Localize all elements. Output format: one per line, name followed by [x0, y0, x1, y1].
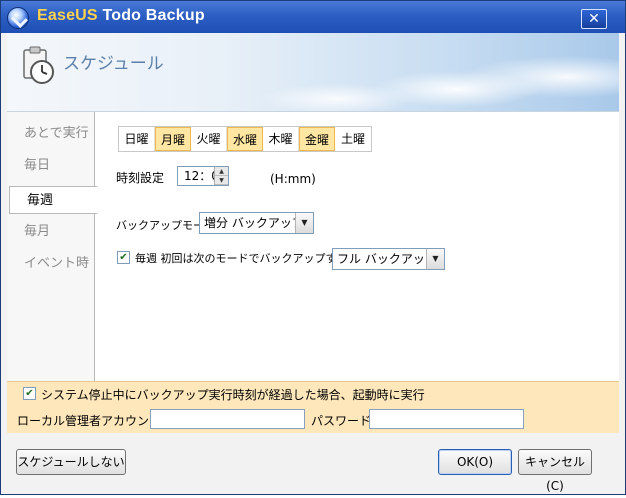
close-icon: ✕: [588, 11, 600, 27]
sidebar-item-event[interactable]: イベント時: [7, 250, 95, 278]
backup-mode-select[interactable]: 増分 バックアップ ▼: [199, 212, 314, 234]
sidebar-item-weekly[interactable]: 毎週: [9, 186, 97, 214]
clipboard-clock-icon: [23, 46, 54, 84]
password-label: パスワード:: [311, 414, 376, 428]
first-time-mode-value: フル バックアップ: [337, 252, 437, 266]
cancel-button[interactable]: キャンセル(C): [518, 449, 592, 493]
schedule-panel: あとで実行 毎日 毎週 毎月 イベント時 日曜 月曜 火曜 水曜 木曜 金曜 土…: [7, 111, 619, 382]
local-admin-input[interactable]: [150, 409, 305, 429]
spin-up-icon[interactable]: ▲: [215, 167, 228, 176]
no-schedule-button[interactable]: スケジュールしない: [16, 449, 126, 475]
dialog-header: スケジュール: [7, 33, 619, 111]
day-toggle-friday[interactable]: 金曜: [299, 127, 335, 151]
window-title: EaseUS Todo Backup: [37, 7, 205, 25]
spin-down-icon[interactable]: ▼: [215, 176, 228, 185]
time-format-hint: (H:mm): [270, 172, 316, 186]
day-toggle-monday[interactable]: 月曜: [155, 127, 191, 151]
title-brand: EaseUS: [37, 7, 98, 24]
sidebar-item-run-later[interactable]: あとで実行: [7, 120, 95, 148]
schedule-type-sidebar: あとで実行 毎日 毎週 毎月 イベント時: [7, 112, 97, 382]
title-bar[interactable]: EaseUS Todo Backup ✕: [1, 1, 625, 33]
time-spinner[interactable]: ▲ ▼: [214, 167, 228, 185]
time-label: 時刻設定: [116, 171, 165, 185]
weekday-selector: 日曜 月曜 火曜 水曜 木曜 金曜 土曜: [118, 126, 372, 152]
dialog-footer: スケジュールしない OK(O) キャンセル(C): [7, 433, 619, 493]
day-toggle-thursday[interactable]: 木曜: [263, 127, 299, 151]
ok-button[interactable]: OK(O): [438, 449, 512, 475]
schedule-dialog: EaseUS Todo Backup ✕ スケジュール あとで実行 毎日 毎週 …: [0, 0, 626, 495]
run-options-band: ✔ システム停止中にバックアップ実行時刻が経過した場合、起動時に実行 ローカル管…: [7, 381, 619, 433]
backup-mode-value: 増分 バックアップ: [204, 216, 304, 230]
sidebar-item-daily[interactable]: 毎日: [7, 152, 95, 180]
day-toggle-tuesday[interactable]: 火曜: [191, 127, 227, 151]
day-toggle-sunday[interactable]: 日曜: [119, 127, 155, 151]
day-toggle-wednesday[interactable]: 水曜: [227, 127, 263, 151]
day-toggle-saturday[interactable]: 土曜: [335, 127, 371, 151]
first-time-label: 毎週 初回は次のモードでバックアップする: [135, 252, 348, 265]
first-time-mode-select[interactable]: フル バックアップ ▼: [332, 248, 445, 270]
local-admin-label: ローカル管理者アカウント:: [17, 414, 166, 428]
run-missed-label: システム停止中にバックアップ実行時刻が経過した場合、起動時に実行: [41, 388, 425, 402]
chevron-down-icon[interactable]: ▼: [295, 213, 313, 233]
close-button[interactable]: ✕: [581, 9, 607, 29]
chevron-down-icon[interactable]: ▼: [426, 249, 444, 269]
page-title: スケジュール: [63, 54, 164, 74]
first-time-checkbox[interactable]: ✔: [117, 251, 130, 264]
run-missed-checkbox[interactable]: ✔: [23, 387, 36, 400]
title-product: Todo Backup: [97, 7, 205, 24]
sidebar-item-monthly[interactable]: 毎月: [7, 218, 95, 246]
app-logo-icon: [7, 7, 29, 29]
password-input[interactable]: [369, 409, 524, 429]
